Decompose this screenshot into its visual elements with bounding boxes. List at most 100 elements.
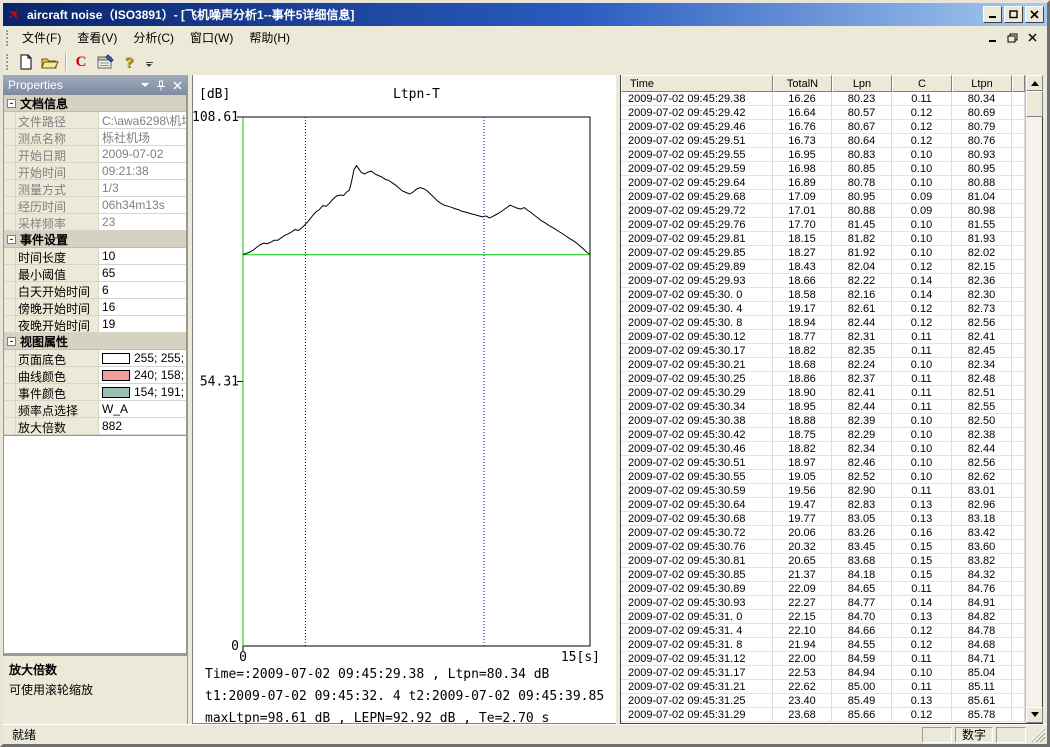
property-value[interactable]: 255; 255; 25: [99, 350, 186, 366]
mdi-restore-button[interactable]: [1005, 31, 1019, 45]
table-row[interactable]: 2009-07-02 09:45:30. 419.1782.610.1282.7…: [621, 302, 1025, 316]
table-row[interactable]: 2009-07-02 09:45:29.4616.7680.670.1280.7…: [621, 120, 1025, 134]
table-cell-ltpn: 84.82: [952, 610, 1012, 624]
menu-item-help[interactable]: 帮助(H): [241, 26, 298, 49]
property-value[interactable]: 6: [99, 282, 186, 298]
table-row[interactable]: 2009-07-02 09:45:30.2518.8682.370.1182.4…: [621, 372, 1025, 386]
menu-item-analyze[interactable]: 分析(C): [125, 26, 182, 49]
column-header-lpn[interactable]: Lpn: [832, 75, 892, 92]
table-row[interactable]: 2009-07-02 09:45:29.8118.1581.820.1081.9…: [621, 232, 1025, 246]
property-value[interactable]: 16: [99, 299, 186, 315]
property-value[interactable]: 240; 158; 15: [99, 367, 186, 383]
table-row[interactable]: 2009-07-02 09:45:30.2118.6882.240.1082.3…: [621, 358, 1025, 372]
property-label: 曲线颜色: [16, 367, 99, 383]
table-row[interactable]: 2009-07-02 09:45:29.3816.2680.230.1180.3…: [621, 92, 1025, 106]
minimize-button[interactable]: [983, 6, 1002, 23]
toolbar-overflow-button[interactable]: [143, 51, 155, 73]
table-row[interactable]: 2009-07-02 09:45:30.8922.0984.650.1184.7…: [621, 582, 1025, 596]
table-row[interactable]: 2009-07-02 09:45:29.9318.6682.220.1482.3…: [621, 274, 1025, 288]
table-row[interactable]: 2009-07-02 09:45:30. 018.5882.160.1482.3…: [621, 288, 1025, 302]
table-row[interactable]: 2009-07-02 09:45:30.4218.7582.290.1082.3…: [621, 428, 1025, 442]
chart-panel[interactable]: [dB]Ltpn-T108.6154.310015[s]Time=:2009-0…: [192, 75, 616, 724]
table-row[interactable]: 2009-07-02 09:45:31. 821.9484.550.1284.6…: [621, 638, 1025, 652]
table-row[interactable]: 2009-07-02 09:45:29.6416.8980.780.1080.8…: [621, 176, 1025, 190]
mdi-close-button[interactable]: [1025, 31, 1039, 45]
property-section-header[interactable]: -事件设置: [4, 231, 186, 248]
panel-menu-arrow-icon[interactable]: [141, 83, 149, 91]
new-document-button[interactable]: [14, 51, 38, 74]
property-value[interactable]: 882: [99, 418, 186, 434]
properties-button[interactable]: [93, 51, 117, 74]
table-row[interactable]: 2009-07-02 09:45:31. 422.1084.660.1284.7…: [621, 624, 1025, 638]
close-button[interactable]: [1025, 6, 1044, 23]
table-row[interactable]: 2009-07-02 09:45:29.5516.9580.830.1080.9…: [621, 148, 1025, 162]
property-value[interactable]: W_A: [99, 401, 186, 417]
table-row[interactable]: 2009-07-02 09:45:29.8918.4382.040.1282.1…: [621, 260, 1025, 274]
menu-item-window[interactable]: 窗口(W): [182, 26, 241, 49]
scrollbar-track[interactable]: [1026, 117, 1042, 707]
mdi-minimize-button[interactable]: [985, 31, 999, 45]
table-row[interactable]: 2009-07-02 09:45:30.6819.7783.050.1383.1…: [621, 512, 1025, 526]
scrollbar-thumb[interactable]: [1026, 91, 1043, 117]
table-row[interactable]: 2009-07-02 09:45:29.8518.2781.920.1082.0…: [621, 246, 1025, 260]
table-row[interactable]: 2009-07-02 09:45:30.2918.9082.410.1182.5…: [621, 386, 1025, 400]
table-row[interactable]: 2009-07-02 09:45:30.9322.2784.770.1484.9…: [621, 596, 1025, 610]
property-value[interactable]: 10: [99, 248, 186, 264]
collapse-icon[interactable]: -: [7, 235, 16, 244]
maximize-button[interactable]: [1004, 6, 1023, 23]
table-row[interactable]: 2009-07-02 09:45:30.8521.3784.180.1584.3…: [621, 568, 1025, 582]
table-row[interactable]: 2009-07-02 09:45:30.1718.8282.350.1182.4…: [621, 344, 1025, 358]
table-row[interactable]: 2009-07-02 09:45:31.1222.0084.590.1184.7…: [621, 652, 1025, 666]
column-header-c[interactable]: C: [892, 75, 952, 92]
table-row[interactable]: 2009-07-02 09:45:29.5116.7380.640.1280.7…: [621, 134, 1025, 148]
scroll-down-button[interactable]: [1026, 707, 1043, 723]
column-header-time[interactable]: Time: [621, 75, 773, 92]
property-grid-empty-area: [3, 436, 187, 654]
table-row[interactable]: 2009-07-02 09:45:30.5118.9782.460.1082.5…: [621, 456, 1025, 470]
collapse-icon[interactable]: -: [7, 337, 16, 346]
table-row[interactable]: 2009-07-02 09:45:31.1722.5384.940.1085.0…: [621, 666, 1025, 680]
column-header-ltpn[interactable]: Ltpn: [952, 75, 1012, 92]
table-row[interactable]: 2009-07-02 09:45:31. 022.1584.700.1384.8…: [621, 610, 1025, 624]
noise-chart[interactable]: [dB]Ltpn-T108.6154.310015[s]Time=:2009-0…: [193, 75, 617, 730]
table-row[interactable]: 2009-07-02 09:45:30.3818.8882.390.1082.5…: [621, 414, 1025, 428]
property-value[interactable]: 65: [99, 265, 186, 281]
help-button[interactable]: ?: [117, 51, 141, 74]
property-value[interactable]: 19: [99, 316, 186, 332]
table-row[interactable]: 2009-07-02 09:45:29.7217.0180.880.0980.9…: [621, 204, 1025, 218]
collapse-icon[interactable]: -: [7, 99, 16, 108]
menubar-grip[interactable]: [6, 30, 11, 46]
analyze-button[interactable]: C: [69, 51, 93, 74]
table-row[interactable]: 2009-07-02 09:45:29.5916.9880.850.1080.9…: [621, 162, 1025, 176]
menu-item-file[interactable]: 文件(F): [14, 26, 69, 49]
property-value[interactable]: 154; 191; 18: [99, 384, 186, 400]
property-section-header[interactable]: -文档信息: [4, 95, 186, 112]
toolbar-grip[interactable]: [6, 54, 11, 70]
open-file-button[interactable]: [38, 51, 62, 74]
pin-icon[interactable]: [156, 80, 166, 91]
table-row[interactable]: 2009-07-02 09:45:30.7220.0683.260.1683.4…: [621, 526, 1025, 540]
table-row[interactable]: 2009-07-02 09:45:29.7617.7081.450.1081.5…: [621, 218, 1025, 232]
table-row[interactable]: 2009-07-02 09:45:31.2923.6885.660.1285.7…: [621, 708, 1025, 722]
table-scrollbar[interactable]: [1025, 75, 1042, 723]
column-header-totaln[interactable]: TotalN: [773, 75, 832, 92]
table-row[interactable]: 2009-07-02 09:45:31.2523.4085.490.1385.6…: [621, 694, 1025, 708]
table-row[interactable]: 2009-07-02 09:45:29.6817.0980.950.0981.0…: [621, 190, 1025, 204]
table-row[interactable]: 2009-07-02 09:45:30.5519.0582.520.1082.6…: [621, 470, 1025, 484]
table-row[interactable]: 2009-07-02 09:45:30.4618.8282.340.1082.4…: [621, 442, 1025, 456]
table-row[interactable]: 2009-07-02 09:45:29.4216.6480.570.1280.6…: [621, 106, 1025, 120]
panel-close-icon[interactable]: [173, 81, 182, 90]
table-row[interactable]: 2009-07-02 09:45:30.3418.9582.440.1182.5…: [621, 400, 1025, 414]
table-cell-filler: [1012, 260, 1025, 274]
table-row[interactable]: 2009-07-02 09:45:30.8120.6583.680.1583.8…: [621, 554, 1025, 568]
scroll-up-button[interactable]: [1026, 75, 1043, 91]
table-row[interactable]: 2009-07-02 09:45:30.5919.5682.900.1183.0…: [621, 484, 1025, 498]
table-row[interactable]: 2009-07-02 09:45:30. 818.9482.440.1282.5…: [621, 316, 1025, 330]
table-row[interactable]: 2009-07-02 09:45:30.1218.7782.310.1182.4…: [621, 330, 1025, 344]
resize-grip[interactable]: [1031, 728, 1045, 742]
table-row[interactable]: 2009-07-02 09:45:31.2122.6285.000.1185.1…: [621, 680, 1025, 694]
table-row[interactable]: 2009-07-02 09:45:30.6419.4782.830.1382.9…: [621, 498, 1025, 512]
menu-item-view[interactable]: 查看(V): [69, 26, 125, 49]
property-section-header[interactable]: -视图属性: [4, 333, 186, 350]
table-row[interactable]: 2009-07-02 09:45:30.7620.3283.450.1583.6…: [621, 540, 1025, 554]
